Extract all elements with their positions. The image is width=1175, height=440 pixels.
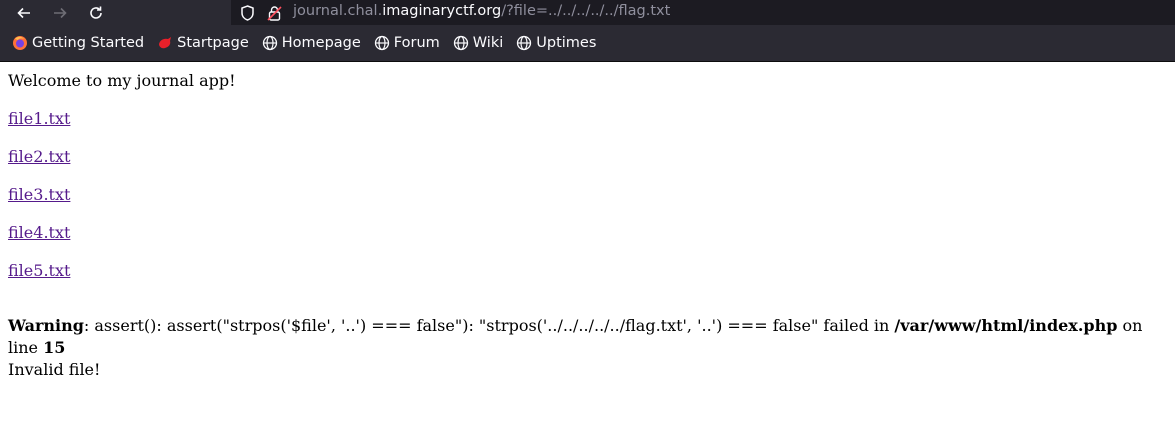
url-text[interactable]: journal.chal.imaginaryctf.org/?file=../.… <box>293 3 670 19</box>
bookmarks-toolbar: Getting Started Startpage Homepage Forum… <box>0 25 1175 62</box>
globe-icon <box>374 35 390 51</box>
page-content: Welcome to my journal app! file1.txt fil… <box>0 62 1175 381</box>
bookmark-forum[interactable]: Forum <box>374 35 440 51</box>
url-bar[interactable]: journal.chal.imaginaryctf.org/?file=../.… <box>231 0 1175 25</box>
shield-icon[interactable] <box>239 4 256 21</box>
bookmark-startpage[interactable]: Startpage <box>157 35 249 51</box>
bookmark-label: Homepage <box>281 35 361 51</box>
url-prefix: journal.chal. <box>293 3 383 19</box>
url-path: /?file=../../../../../flag.txt <box>501 3 671 19</box>
globe-icon <box>262 35 278 51</box>
warning-message: : assert(): assert("strpos('$file', '..'… <box>83 316 895 335</box>
bookmark-wiki[interactable]: Wiki <box>453 35 503 51</box>
file-link-3[interactable]: file3.txt <box>8 185 70 204</box>
bookmark-label: Startpage <box>177 35 249 51</box>
bookmark-uptimes[interactable]: Uptimes <box>516 35 596 51</box>
bookmark-homepage[interactable]: Homepage <box>262 35 361 51</box>
insecure-lock-icon[interactable] <box>266 4 283 21</box>
url-domain: imaginaryctf.org <box>382 3 502 19</box>
firefox-icon <box>12 35 28 51</box>
bookmark-label: Getting Started <box>32 35 145 51</box>
back-arrow-icon <box>17 7 30 18</box>
globe-icon <box>516 35 532 51</box>
warning-line-number: 15 <box>43 338 66 357</box>
file-link-2[interactable]: file2.txt <box>8 147 70 166</box>
forward-button[interactable] <box>45 0 75 25</box>
file-link-4[interactable]: file4.txt <box>8 223 70 242</box>
bookmark-label: Forum <box>393 35 440 51</box>
php-warning: Warning: assert(): assert("strpos('$file… <box>8 315 1167 381</box>
welcome-text: Welcome to my journal app! <box>8 71 236 90</box>
back-button[interactable] <box>9 0 39 25</box>
warning-label: Warning <box>8 316 84 335</box>
reload-icon <box>90 6 102 19</box>
file-link-1[interactable]: file1.txt <box>8 109 70 128</box>
globe-icon <box>453 35 469 51</box>
bookmark-getting-started[interactable]: Getting Started <box>12 35 144 51</box>
forward-arrow-icon <box>54 7 67 18</box>
result-text: Invalid file! <box>8 360 101 379</box>
bookmark-label: Wiki <box>472 35 504 51</box>
warning-path: /var/www/html/index.php <box>894 316 1118 335</box>
browser-toolbar: journal.chal.imaginaryctf.org/?file=../.… <box>0 0 1175 25</box>
startpage-icon <box>157 35 173 51</box>
file-link-5[interactable]: file5.txt <box>8 261 70 280</box>
reload-button[interactable] <box>81 0 111 25</box>
bookmark-label: Uptimes <box>536 35 597 51</box>
